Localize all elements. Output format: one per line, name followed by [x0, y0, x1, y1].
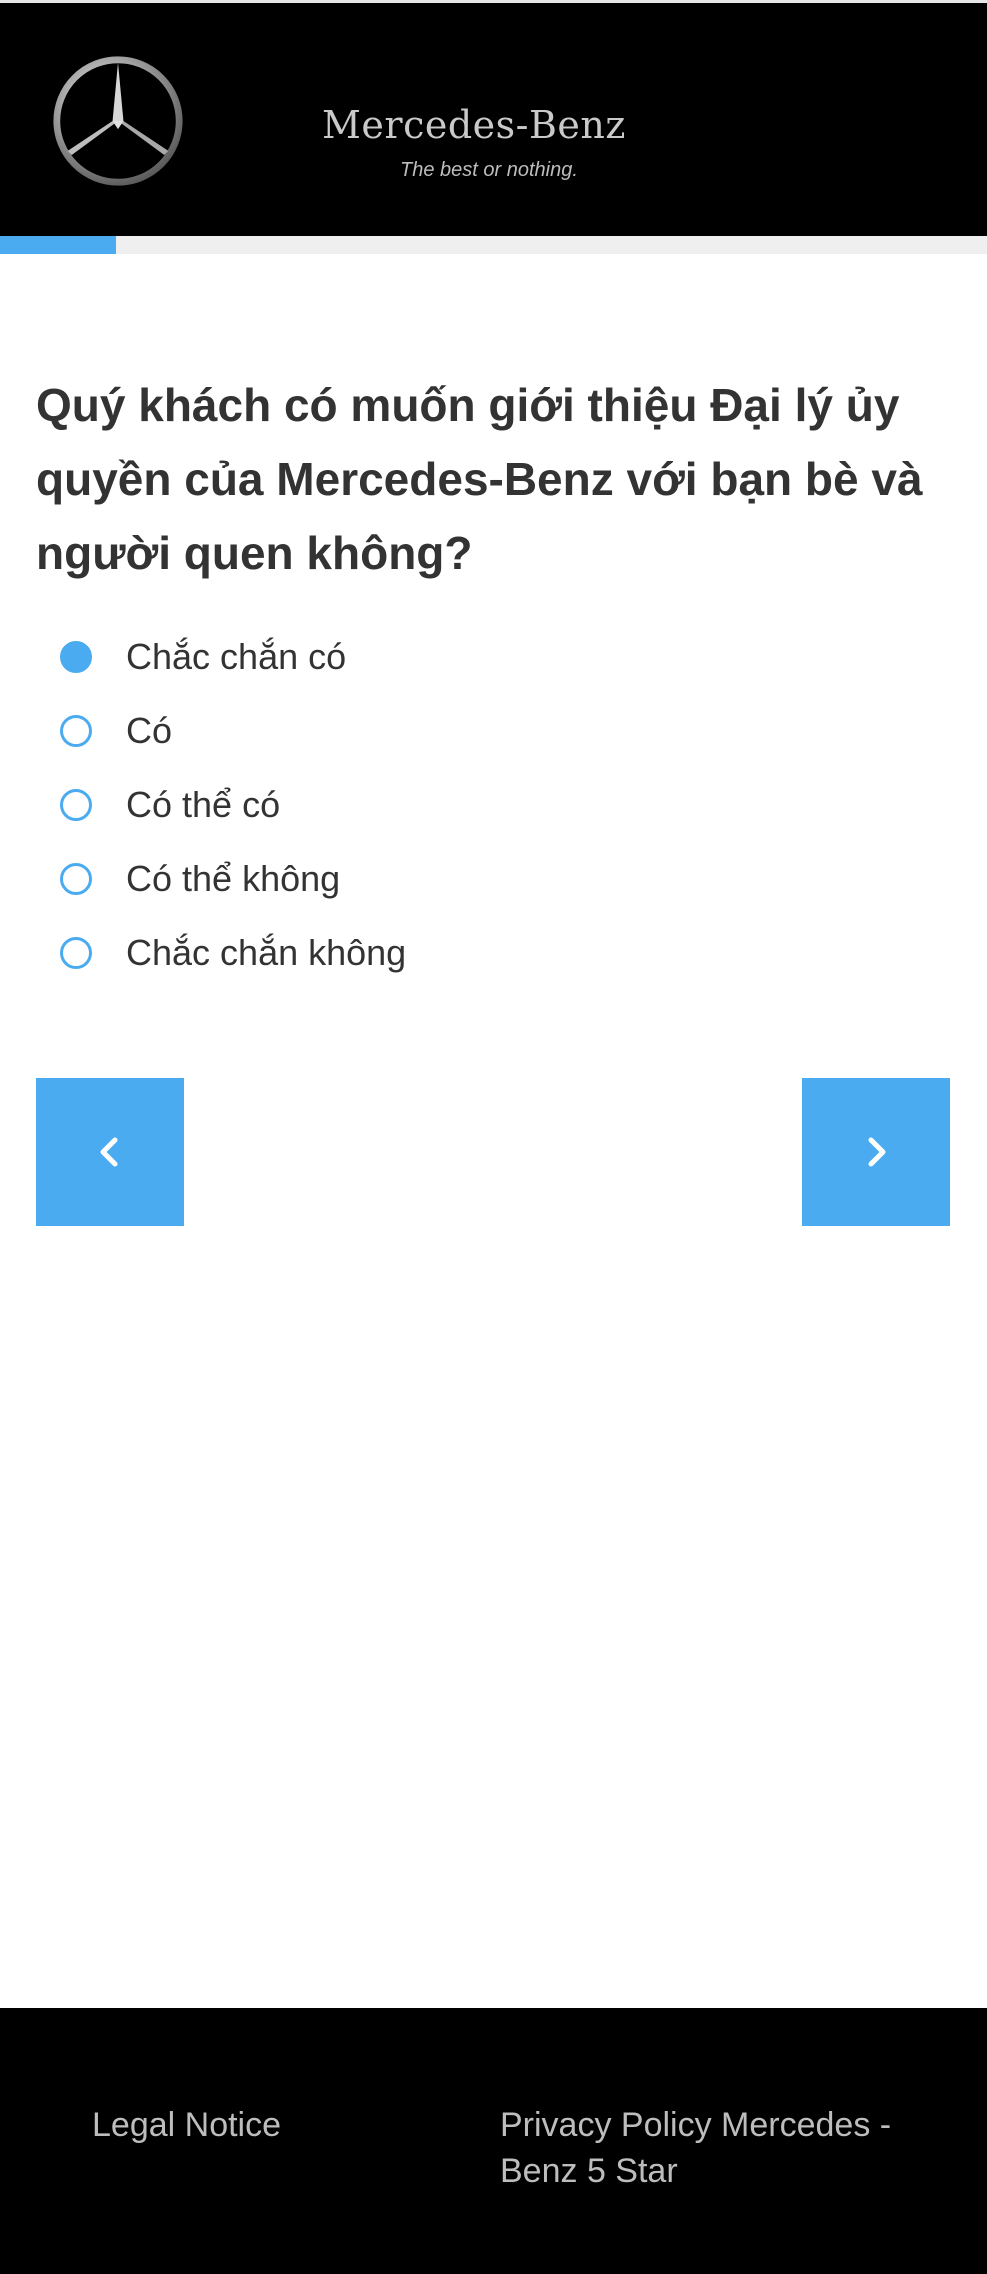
option-co[interactable]: Có [60, 694, 760, 768]
brand-tagline: The best or nothing. [400, 159, 578, 181]
survey-page: Mercedes-Benz The best or nothing. Quý k… [0, 0, 987, 2274]
option-label: Có thể có [126, 784, 281, 825]
legal-notice-link[interactable]: Legal Notice [92, 2102, 281, 2148]
answer-options: Chắc chắn có Có Có thể có Có thể không C… [60, 620, 760, 990]
chevron-left-icon [100, 1137, 118, 1167]
question-text: Quý khách có muốn giới thiệu Đại lý ủy q… [36, 379, 923, 579]
option-co-the-khong[interactable]: Có thể không [60, 842, 760, 916]
site-header: Mercedes-Benz The best or nothing. [0, 0, 987, 236]
option-label: Có [126, 710, 173, 751]
option-label: Chắc chắn có [126, 636, 347, 677]
chevron-right-icon [868, 1137, 886, 1167]
option-label: Chắc chắn không [126, 932, 407, 973]
option-label: Có thể không [126, 858, 341, 899]
mercedes-star-icon [53, 56, 183, 186]
option-chac-chan-co[interactable]: Chắc chắn có [60, 620, 760, 694]
site-footer: Legal Notice Privacy Policy Mercedes - B… [0, 2008, 987, 2274]
radio-button[interactable] [60, 863, 92, 895]
next-button[interactable] [802, 1078, 950, 1226]
radio-button[interactable] [60, 641, 92, 673]
option-co-the-co[interactable]: Có thể có [60, 768, 760, 842]
radio-button[interactable] [60, 937, 92, 969]
privacy-policy-link[interactable]: Privacy Policy Mercedes - Benz 5 Star [500, 2102, 920, 2194]
radio-button[interactable] [60, 715, 92, 747]
option-chac-chan-khong[interactable]: Chắc chắn không [60, 916, 760, 990]
progress-bar [0, 236, 987, 254]
radio-button[interactable] [60, 789, 92, 821]
progress-fill [0, 236, 117, 254]
previous-button[interactable] [36, 1078, 184, 1226]
brand-name: Mercedes-Benz [322, 103, 626, 147]
